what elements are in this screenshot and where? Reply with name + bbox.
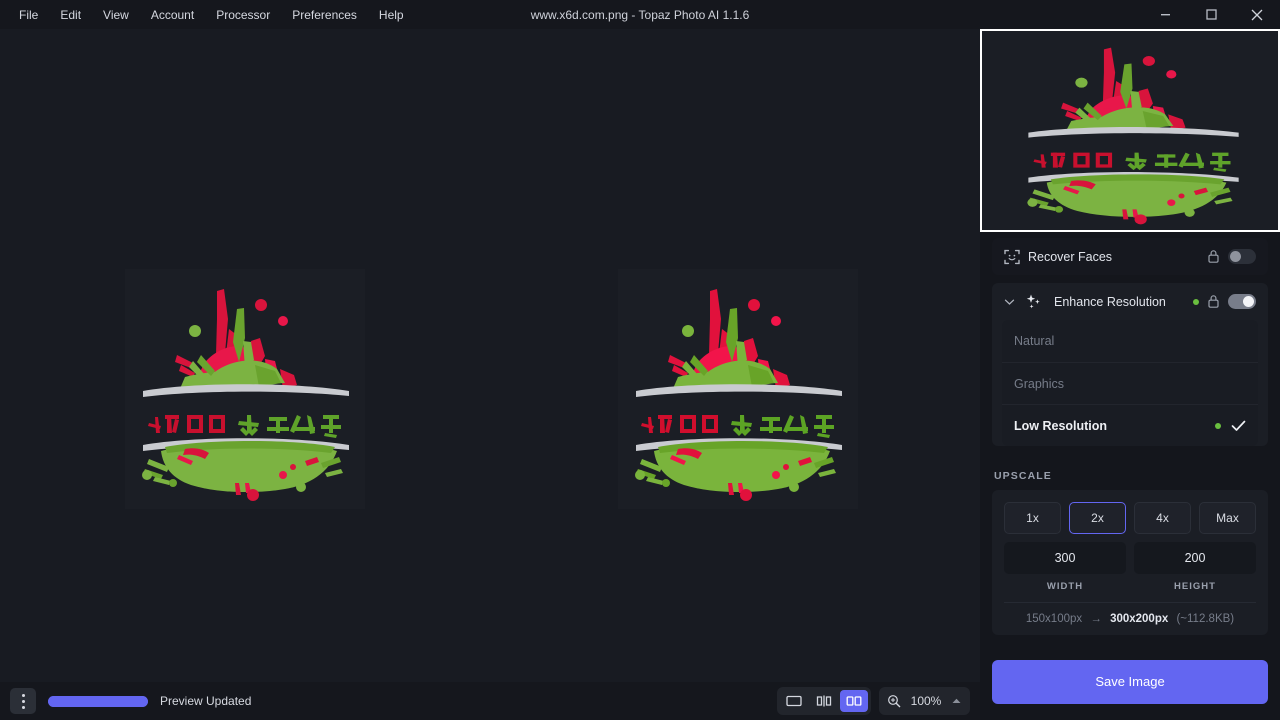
size-arrow-icon: →	[1090, 613, 1102, 625]
menu-item-account[interactable]: Account	[140, 3, 205, 27]
recover-faces-card[interactable]: Recover Faces	[992, 238, 1268, 275]
chevron-down-icon[interactable]	[1004, 298, 1015, 306]
output-size: 300x200px	[1110, 613, 1168, 625]
side-by-side-icon	[846, 695, 862, 707]
minimize-button[interactable]	[1142, 0, 1188, 29]
enhance-resolution-toggle[interactable]	[1228, 294, 1256, 309]
toggle-knob	[1243, 296, 1254, 307]
scale-4x-button[interactable]: 4x	[1134, 502, 1191, 534]
save-section: Save Image	[980, 643, 1280, 720]
settings-panel: Recover Faces	[980, 29, 1280, 720]
height-input[interactable]: 200	[1134, 542, 1256, 574]
option-status-dot	[1215, 423, 1221, 429]
scale-factor-group: 1x 2x 4x Max	[1004, 502, 1256, 534]
magnifier-plus-icon	[887, 694, 901, 708]
original-image-preview[interactable]	[125, 269, 365, 509]
width-input[interactable]: 300	[1004, 542, 1126, 574]
view-mode-group	[777, 687, 871, 715]
height-label: HEIGHT	[1134, 581, 1256, 592]
kebab-dot	[22, 694, 25, 697]
status-bar: Preview Updated	[0, 682, 980, 720]
single-pane-icon	[786, 695, 802, 707]
settings-scroll-area[interactable]: Recover Faces	[980, 232, 1280, 672]
splatter-logo-original-icon	[125, 269, 365, 509]
scale-2x-button[interactable]: 2x	[1069, 502, 1126, 534]
maximize-icon	[1206, 9, 1217, 20]
option-low-resolution[interactable]: Low Resolution	[1002, 404, 1258, 446]
app-window: File Edit View Account Processor Prefere…	[0, 0, 1280, 720]
splatter-logo-enhanced-icon	[618, 269, 858, 509]
upscale-card: 1x 2x 4x Max 300 WIDTH 200 HEIGHT	[992, 490, 1268, 635]
title-bar: File Edit View Account Processor Prefere…	[0, 0, 1280, 29]
close-icon	[1251, 9, 1263, 21]
enhance-resolution-card[interactable]: Enhance Resolution Natural	[992, 283, 1268, 446]
image-thumbnail-preview[interactable]	[980, 29, 1280, 232]
progress-bar-fill	[48, 696, 148, 707]
recover-faces-label: Recover Faces	[1028, 250, 1112, 264]
width-label: WIDTH	[1004, 581, 1126, 592]
close-button[interactable]	[1234, 0, 1280, 29]
recover-faces-row[interactable]: Recover Faces	[992, 238, 1268, 275]
lock-icon[interactable]	[1207, 249, 1220, 264]
sparkles-icon	[1025, 293, 1042, 310]
checkmark-icon	[1231, 420, 1246, 432]
option-graphics-label: Graphics	[1014, 377, 1064, 391]
single-pane-button[interactable]	[780, 690, 808, 712]
kebab-dot	[22, 700, 25, 703]
face-detect-icon	[1004, 249, 1020, 265]
menu-item-edit[interactable]: Edit	[49, 3, 92, 27]
size-summary: 150x100px → 300x200px (~112.8KB)	[1004, 602, 1256, 625]
image-canvas[interactable]	[0, 29, 980, 682]
source-size: 150x100px	[1026, 613, 1082, 625]
menu-item-preferences[interactable]: Preferences	[281, 3, 368, 27]
enhance-resolution-label: Enhance Resolution	[1054, 295, 1166, 309]
progress-bar	[48, 696, 148, 707]
maximize-button[interactable]	[1188, 0, 1234, 29]
output-filesize: (~112.8KB)	[1176, 613, 1234, 625]
splatter-logo-thumbnail-icon	[1010, 31, 1255, 231]
menu-bar: File Edit View Account Processor Prefere…	[0, 0, 415, 29]
zoom-control[interactable]: 100%	[879, 687, 970, 715]
status-message: Preview Updated	[160, 694, 251, 708]
toggle-knob	[1230, 251, 1241, 262]
enhance-resolution-row[interactable]: Enhance Resolution	[992, 283, 1268, 320]
width-column: 300 WIDTH	[1004, 542, 1126, 592]
scale-1x-button[interactable]: 1x	[1004, 502, 1061, 534]
chevron-up-icon[interactable]	[951, 697, 962, 705]
zoom-level-value: 100%	[909, 694, 943, 708]
split-pane-button[interactable]	[810, 690, 838, 712]
option-graphics[interactable]: Graphics	[1002, 362, 1258, 404]
kebab-dot	[22, 706, 25, 709]
height-column: 200 HEIGHT	[1134, 542, 1256, 592]
window-controls	[1142, 0, 1280, 29]
split-pane-icon	[816, 695, 832, 707]
lock-icon[interactable]	[1207, 294, 1220, 309]
status-bar-right: 100%	[777, 687, 970, 715]
option-natural[interactable]: Natural	[1002, 320, 1258, 362]
minimize-icon	[1160, 9, 1171, 20]
dimension-inputs: 300 WIDTH 200 HEIGHT	[1004, 542, 1256, 592]
side-by-side-button[interactable]	[840, 690, 868, 712]
enhanced-image-preview[interactable]	[618, 269, 858, 509]
option-natural-label: Natural	[1014, 334, 1054, 348]
scale-max-button[interactable]: Max	[1199, 502, 1256, 534]
kebab-menu-icon[interactable]	[10, 688, 36, 714]
enhance-model-options: Natural Graphics Low Resolution	[1002, 320, 1258, 446]
menu-item-help[interactable]: Help	[368, 3, 415, 27]
upscale-section-label: UPSCALE	[980, 456, 1280, 490]
menu-item-file[interactable]: File	[8, 3, 49, 27]
option-low-resolution-label: Low Resolution	[1014, 419, 1107, 433]
menu-item-processor[interactable]: Processor	[205, 3, 281, 27]
menu-item-view[interactable]: View	[92, 3, 140, 27]
enhance-resolution-status-dot	[1193, 299, 1199, 305]
save-image-button[interactable]: Save Image	[992, 660, 1268, 704]
recover-faces-toggle[interactable]	[1228, 249, 1256, 264]
